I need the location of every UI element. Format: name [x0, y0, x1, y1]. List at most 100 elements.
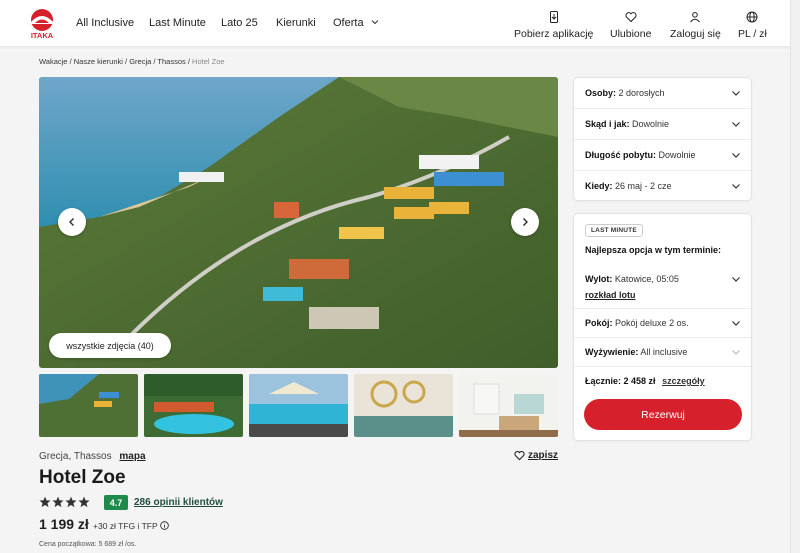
rating-badge: 4.7 [104, 495, 128, 510]
divider [574, 366, 751, 367]
duration-label: Długość pobytu: [585, 150, 656, 160]
offer-headline: Najlepsza opcja w tym terminie: [585, 245, 741, 255]
favorites-button[interactable]: Ulubione [610, 11, 651, 40]
board-select[interactable]: Wyżywienie: All inclusive [585, 347, 741, 357]
nav-kierunki[interactable]: Kierunki [276, 17, 316, 29]
divider [574, 337, 751, 338]
room-value: Pokój deluxe 2 os. [615, 318, 689, 328]
globe-icon [746, 11, 758, 23]
language-button[interactable]: PL / zł [738, 11, 767, 40]
chevron-right-icon [523, 218, 528, 226]
logo-text: ITAKA [31, 31, 54, 40]
reviews-link[interactable]: 286 opinii klientów [134, 497, 223, 508]
offer-headline-text: Najlepsza opcja w tym terminie: [585, 245, 722, 255]
prev-photo-button[interactable] [58, 208, 86, 236]
chevron-down-icon [732, 122, 740, 127]
all-photos-button[interactable]: wszystkie zdjęcia (40) [49, 333, 171, 358]
breadcrumb-item[interactable]: Grecja [129, 57, 151, 66]
persons-select[interactable]: Osoby: 2 dorosłych [585, 88, 741, 98]
nav-oferta-label: Oferta [333, 17, 364, 29]
chevron-down-icon [732, 153, 740, 158]
nav-last-minute[interactable]: Last Minute [149, 17, 206, 29]
total-row: Łącznie: 2 458 zł szczegóły [585, 376, 741, 386]
page-scrollbar[interactable] [790, 0, 800, 553]
star-icon [39, 496, 51, 508]
divider [574, 170, 751, 171]
price: 1 199 zł [39, 516, 89, 532]
itaka-logo[interactable]: ITAKA [27, 8, 57, 40]
last-minute-badge: LAST MINUTE [585, 224, 643, 237]
price-extra: +30 zł TFG i TFP [93, 521, 169, 531]
divider [574, 139, 751, 140]
favorites-label: Ulubione [610, 28, 652, 40]
login-button[interactable]: Zaloguj się [670, 11, 721, 40]
map-link[interactable]: mapa [119, 451, 145, 462]
divider [574, 308, 751, 309]
board-label: Wyżywienie: [585, 347, 639, 357]
nav-all-inclusive[interactable]: All Inclusive [76, 17, 134, 29]
chevron-down-icon [732, 184, 740, 189]
room-label: Pokój: [585, 318, 613, 328]
thumbnail-photo[interactable] [354, 374, 453, 437]
chevron-down-icon [732, 321, 740, 326]
next-photo-button[interactable] [511, 208, 539, 236]
hotel-title: Hotel Zoe [39, 467, 126, 488]
top-header: ITAKA All Inclusive Last Minute Lato 25 … [0, 0, 800, 46]
download-app-label: Pobierz aplikację [514, 28, 594, 40]
departure-select[interactable]: Skąd i jak: Dowolnie [585, 119, 741, 129]
download-app-button[interactable]: Pobierz aplikację [514, 11, 593, 40]
persons-label: Osoby: [585, 88, 617, 98]
thumbnail-photo[interactable] [39, 374, 138, 437]
chevron-down-icon [371, 20, 378, 25]
room-select[interactable]: Pokój: Pokój deluxe 2 os. [585, 318, 741, 328]
location-text: Grecja, Thassos [39, 451, 112, 462]
star-icon [65, 496, 77, 508]
star-rating [39, 496, 90, 508]
date-value: 26 maj - 2 cze [615, 181, 672, 191]
total-price: Łącznie: 2 458 zł [585, 376, 656, 386]
star-icon [78, 496, 90, 508]
date-select[interactable]: Kiedy: 26 maj - 2 cze [585, 181, 741, 191]
hotel-location: Grecja, Thassos mapa [39, 451, 146, 462]
flight-select[interactable]: Wylot: Katowice, 05:05 [585, 274, 741, 284]
heart-icon [625, 12, 637, 23]
book-button[interactable]: Rezerwuj [584, 399, 742, 430]
flight-label: Wylot: [585, 274, 613, 284]
thumbnail-photo[interactable] [144, 374, 243, 437]
login-label: Zaloguj się [670, 28, 721, 40]
thumbnail-photo[interactable] [459, 374, 558, 437]
nav-oferta[interactable]: Oferta [333, 17, 379, 29]
details-link[interactable]: szczegóły [662, 376, 705, 386]
departure-value: Dowolnie [632, 119, 670, 129]
breadcrumb-item[interactable]: Nasze kierunki [74, 57, 123, 66]
divider [574, 108, 751, 109]
info-icon[interactable] [160, 521, 169, 530]
breadcrumb-item[interactable]: Wakacje [39, 57, 67, 66]
persons-value: 2 dorosłych [618, 88, 665, 98]
heart-icon [514, 450, 525, 461]
flight-value: Katowice, 05:05 [614, 274, 679, 284]
star-icon [52, 496, 64, 508]
save-label: zapisz [528, 450, 559, 461]
hero-photo[interactable] [39, 77, 558, 368]
chevron-down-icon [732, 277, 740, 282]
offer-panel: LAST MINUTE Najlepsza opcja w tym termin… [573, 213, 752, 441]
price-start: Cena początkowa: 5 689 zł /os. [39, 541, 137, 548]
date-label: Kiedy: [585, 181, 613, 191]
departure-label: Skąd i jak: [585, 119, 630, 129]
duration-value: Dowolnie [658, 150, 696, 160]
user-icon [690, 12, 701, 23]
breadcrumb-item[interactable]: Thassos [157, 57, 185, 66]
price-extra-text: +30 zł TFG i TFP [93, 521, 158, 531]
chevron-down-icon [732, 91, 740, 96]
duration-select[interactable]: Długość pobytu: Dowolnie [585, 150, 741, 160]
flight-schedule-link[interactable]: rozkład lotu [585, 290, 636, 300]
search-panel: Osoby: 2 dorosłych Skąd i jak: Dowolnie … [573, 77, 752, 201]
save-button[interactable]: zapisz [514, 450, 558, 461]
chevron-left-icon [69, 218, 74, 226]
nav-lato[interactable]: Lato 25 [221, 17, 258, 29]
thumbnail-photo[interactable] [249, 374, 348, 437]
breadcrumb-current: Hotel Zoe [192, 57, 225, 66]
breadcrumb: Wakacje / Nasze kierunki / Grecja / Thas… [39, 57, 225, 66]
language-label: PL / zł [738, 28, 767, 40]
